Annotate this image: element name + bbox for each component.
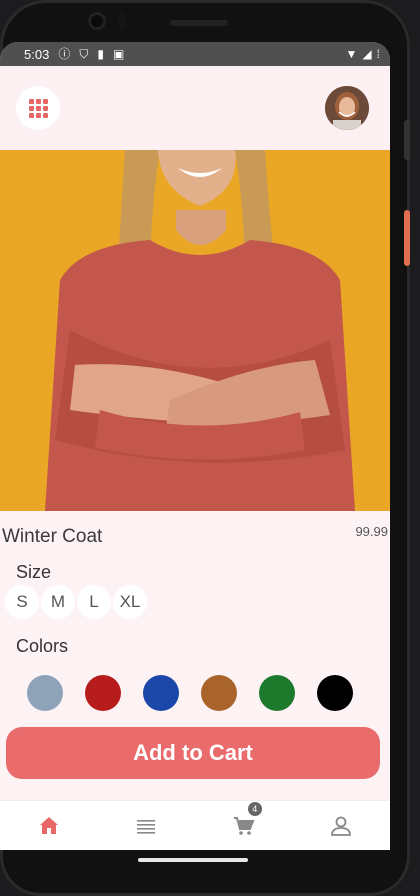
front-camera: [88, 12, 106, 30]
avatar-photo: [325, 86, 369, 130]
add-to-cart-button[interactable]: Add to Cart: [6, 727, 380, 779]
phone-device: 5:03 ⓘ ⛉ ▮ ▣ ▼ ◢ ⁞ Winter Coat 99.99 Siz…: [0, 0, 410, 896]
nav-cart[interactable]: 4: [224, 802, 264, 846]
volume-up-button: [404, 120, 410, 160]
power-button: [404, 210, 410, 266]
colors-label: Colors: [16, 636, 69, 656]
list-icon: [137, 820, 156, 834]
size-selector: S M L XL: [5, 585, 149, 619]
product-title-row: Winter Coat 99.99: [0, 524, 390, 554]
grid-icon: [28, 98, 48, 118]
color-swatch-blue[interactable]: [143, 675, 179, 711]
sd-card-icon: ▮: [97, 47, 104, 61]
proximity-sensor: [118, 12, 126, 30]
nav-home[interactable]: [29, 806, 69, 846]
home-indicator: [138, 858, 248, 862]
color-swatch-green[interactable]: [259, 675, 295, 711]
shield-icon: ⛉: [79, 47, 89, 61]
profile-avatar[interactable]: [325, 86, 369, 130]
color-selector: [27, 675, 353, 711]
size-option-m[interactable]: M: [41, 585, 75, 619]
cart-icon: [233, 817, 255, 835]
size-label: Size: [16, 562, 52, 582]
size-option-xl[interactable]: XL: [113, 585, 147, 619]
cart-count-badge: 4: [247, 802, 262, 816]
app-header: [0, 66, 390, 150]
color-swatch-red[interactable]: [85, 675, 121, 711]
status-bar: 5:03 ⓘ ⛉ ▮ ▣ ▼ ◢ ⁞: [0, 42, 390, 66]
product-name: Winter Coat: [2, 526, 103, 547]
info-circle-icon: ⓘ: [58, 47, 71, 61]
person-icon: [331, 816, 352, 836]
bottom-navigation: 4: [0, 800, 390, 850]
earpiece-speaker: [170, 20, 228, 26]
size-option-l[interactable]: L: [77, 585, 111, 619]
color-swatch-gray[interactable]: [27, 675, 63, 711]
battery-icon: ⁞: [376, 47, 380, 61]
nav-profile[interactable]: [321, 806, 361, 846]
menu-button[interactable]: [16, 86, 60, 130]
product-image: [0, 150, 390, 511]
product-price: 99.99: [355, 524, 388, 539]
app-screen: 5:03 ⓘ ⛉ ▮ ▣ ▼ ◢ ⁞ Winter Coat 99.99 Siz…: [0, 42, 390, 850]
signal-icon: ◢: [362, 47, 372, 61]
color-swatch-black[interactable]: [317, 675, 353, 711]
status-time: 5:03: [24, 46, 50, 62]
color-swatch-brown[interactable]: [201, 675, 237, 711]
wifi-icon: ▼: [345, 47, 358, 61]
image-icon: ▣: [112, 47, 125, 61]
model-photo: [0, 150, 390, 511]
home-icon: [39, 817, 58, 834]
nav-list[interactable]: [126, 806, 166, 846]
size-option-s[interactable]: S: [5, 585, 39, 619]
